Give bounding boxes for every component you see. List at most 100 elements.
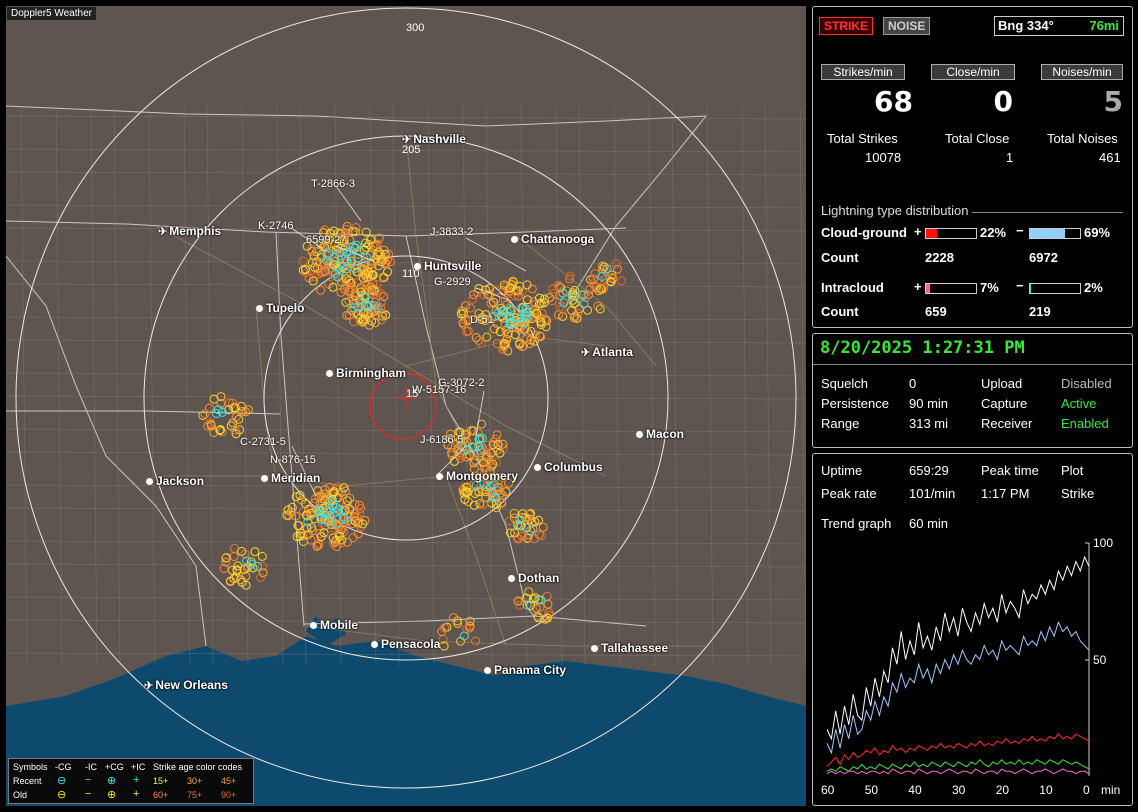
cg-neg-pct: 69% xyxy=(1084,225,1111,240)
age-15: 15+ xyxy=(153,776,169,786)
trend-series-line xyxy=(826,758,1090,772)
total-noises-label: Total Noises xyxy=(1047,131,1118,146)
ic-neg-count: 219 xyxy=(1029,304,1051,319)
city-name: Macon xyxy=(646,427,685,441)
city-chattanooga: Chattanooga xyxy=(511,232,594,246)
capture-label: Capture xyxy=(981,396,1028,411)
ic-pos-count: 659 xyxy=(925,304,947,319)
strikes-per-min-caption: Strikes/min xyxy=(821,64,905,80)
airport-icon: ✈ xyxy=(158,226,168,238)
legend-old-label: Old xyxy=(13,790,28,800)
total-noises-value: 461 xyxy=(1099,150,1121,165)
city-dot-icon xyxy=(511,236,518,244)
storm-track-label: C-2731-5 xyxy=(240,436,286,448)
strike-button[interactable]: STRIKE xyxy=(819,17,874,35)
peak-time-value: 1:17 PM xyxy=(981,486,1030,501)
trend-graph: 100 50 60 50 40 30 20 10 0 min xyxy=(821,536,1120,797)
distance-value: 76mi xyxy=(1089,18,1119,33)
city-name: Jackson xyxy=(156,474,205,488)
x-tick-labels: 60 50 40 30 20 10 0 xyxy=(821,783,1090,797)
city-name: Birmingham xyxy=(336,366,407,380)
legend-age-title: Strike age color codes xyxy=(153,762,243,772)
city-new-orleans: ✈ New Orleans xyxy=(144,678,228,692)
recent-neg-ic-symbol: − xyxy=(85,774,92,786)
cg-pos-count: 2228 xyxy=(925,250,954,265)
persistence-label: Persistence xyxy=(821,396,889,411)
city-name: Meridian xyxy=(271,471,321,485)
map-canvas[interactable] xyxy=(6,6,806,806)
city-montgomery: Montgomery xyxy=(436,469,518,483)
y-tick-label-50: 50 xyxy=(1093,653,1107,667)
storm-track-label: G-2929 xyxy=(434,276,471,288)
city-dot-icon xyxy=(310,622,317,630)
city-dot-icon xyxy=(436,473,443,481)
range-value[interactable]: 313 mi xyxy=(909,416,948,431)
bearing-value: Bng 334° xyxy=(998,18,1054,33)
x-tick-label: 10 xyxy=(1039,783,1053,797)
range-ring-label: 15 xyxy=(406,388,419,400)
capture-value[interactable]: Active xyxy=(1061,396,1096,411)
city-dot-icon xyxy=(256,305,263,313)
age-75: 75+ xyxy=(187,790,203,800)
city-name: Montgomery xyxy=(446,469,518,483)
trend-series-line xyxy=(826,768,1090,775)
receiver-value[interactable]: Enabled xyxy=(1061,416,1109,431)
storm-track-label: N-876-15 xyxy=(270,454,316,466)
city-name: New Orleans xyxy=(155,678,228,692)
city-dot-icon xyxy=(508,575,515,583)
cg-count-label: Count xyxy=(821,250,859,265)
squelch-value[interactable]: 0 xyxy=(909,376,916,391)
bearing-box: Bng 334° 76mi xyxy=(994,16,1124,36)
city-mobile: Mobile xyxy=(310,618,358,632)
ic-neg-pct: 2% xyxy=(1084,280,1103,295)
cg-pos-pct: 22% xyxy=(980,225,1007,240)
old-pos-ic-symbol: + xyxy=(133,788,140,800)
trend-series xyxy=(826,555,1090,775)
total-strikes-label: Total Strikes xyxy=(827,131,898,146)
storm-track-label: J-6186-5 xyxy=(420,434,464,446)
plot-label: Plot xyxy=(1061,463,1084,478)
legend-recent-label: Recent xyxy=(13,776,42,786)
x-tick-label: 60 xyxy=(821,783,835,797)
squelch-label: Squelch xyxy=(821,376,868,391)
x-tick-label: 50 xyxy=(865,783,879,797)
cg-neg-sign: − xyxy=(1016,223,1024,238)
plot-value[interactable]: Strike xyxy=(1061,486,1094,501)
ic-pos-bar xyxy=(925,283,977,294)
city-huntsville: Huntsville xyxy=(414,259,481,273)
storm-track-label: T-2866-3 xyxy=(311,178,356,190)
city-dot-icon xyxy=(146,478,153,486)
legend-symbols-label: Symbols xyxy=(13,762,48,772)
y-tick-label-100: 100 xyxy=(1093,536,1113,550)
city-tupelo: Tupelo xyxy=(256,301,304,315)
strike-status-panel: STRIKE NOISE Bng 334° 76mi Strikes/min C… xyxy=(812,6,1133,328)
storm-track-label: K-2746 xyxy=(258,220,294,232)
persistence-value[interactable]: 90 min xyxy=(909,396,948,411)
x-axis-unit: min xyxy=(1101,783,1120,797)
x-tick-label: 40 xyxy=(908,783,922,797)
ic-neg-sign: − xyxy=(1016,278,1024,293)
distribution-title: Lightning type distribution xyxy=(821,203,973,218)
city-name: Mobile xyxy=(320,618,358,632)
range-ring-label: 205 xyxy=(402,144,421,156)
legend-pos-cg: +CG xyxy=(105,762,124,772)
noises-per-min-caption: Noises/min xyxy=(1041,64,1123,80)
ic-label: Intracloud xyxy=(821,280,884,295)
total-close-label: Total Close xyxy=(945,131,1010,146)
lightning-map[interactable] xyxy=(6,6,806,806)
storm-track-label: W-5157-16 xyxy=(412,384,467,396)
x-tick-label: 20 xyxy=(996,783,1010,797)
noise-button[interactable]: NOISE xyxy=(883,17,931,35)
cg-neg-count: 6972 xyxy=(1029,250,1058,265)
total-close-value: 1 xyxy=(1006,150,1014,165)
city-name: Nashville xyxy=(413,132,466,146)
range-ring-label: 300 xyxy=(406,22,425,34)
trend-panel: Uptime 659:29 Peak time Plot Peak rate 1… xyxy=(812,453,1133,806)
upload-value[interactable]: Disabled xyxy=(1061,376,1112,391)
legend-neg-ic: -IC xyxy=(85,762,97,772)
city-dot-icon xyxy=(591,645,598,653)
ic-pos-pct: 7% xyxy=(980,280,999,295)
city-name: Memphis xyxy=(169,224,222,238)
city-jackson: Jackson xyxy=(146,474,204,488)
city-memphis: ✈ Memphis xyxy=(158,224,221,238)
